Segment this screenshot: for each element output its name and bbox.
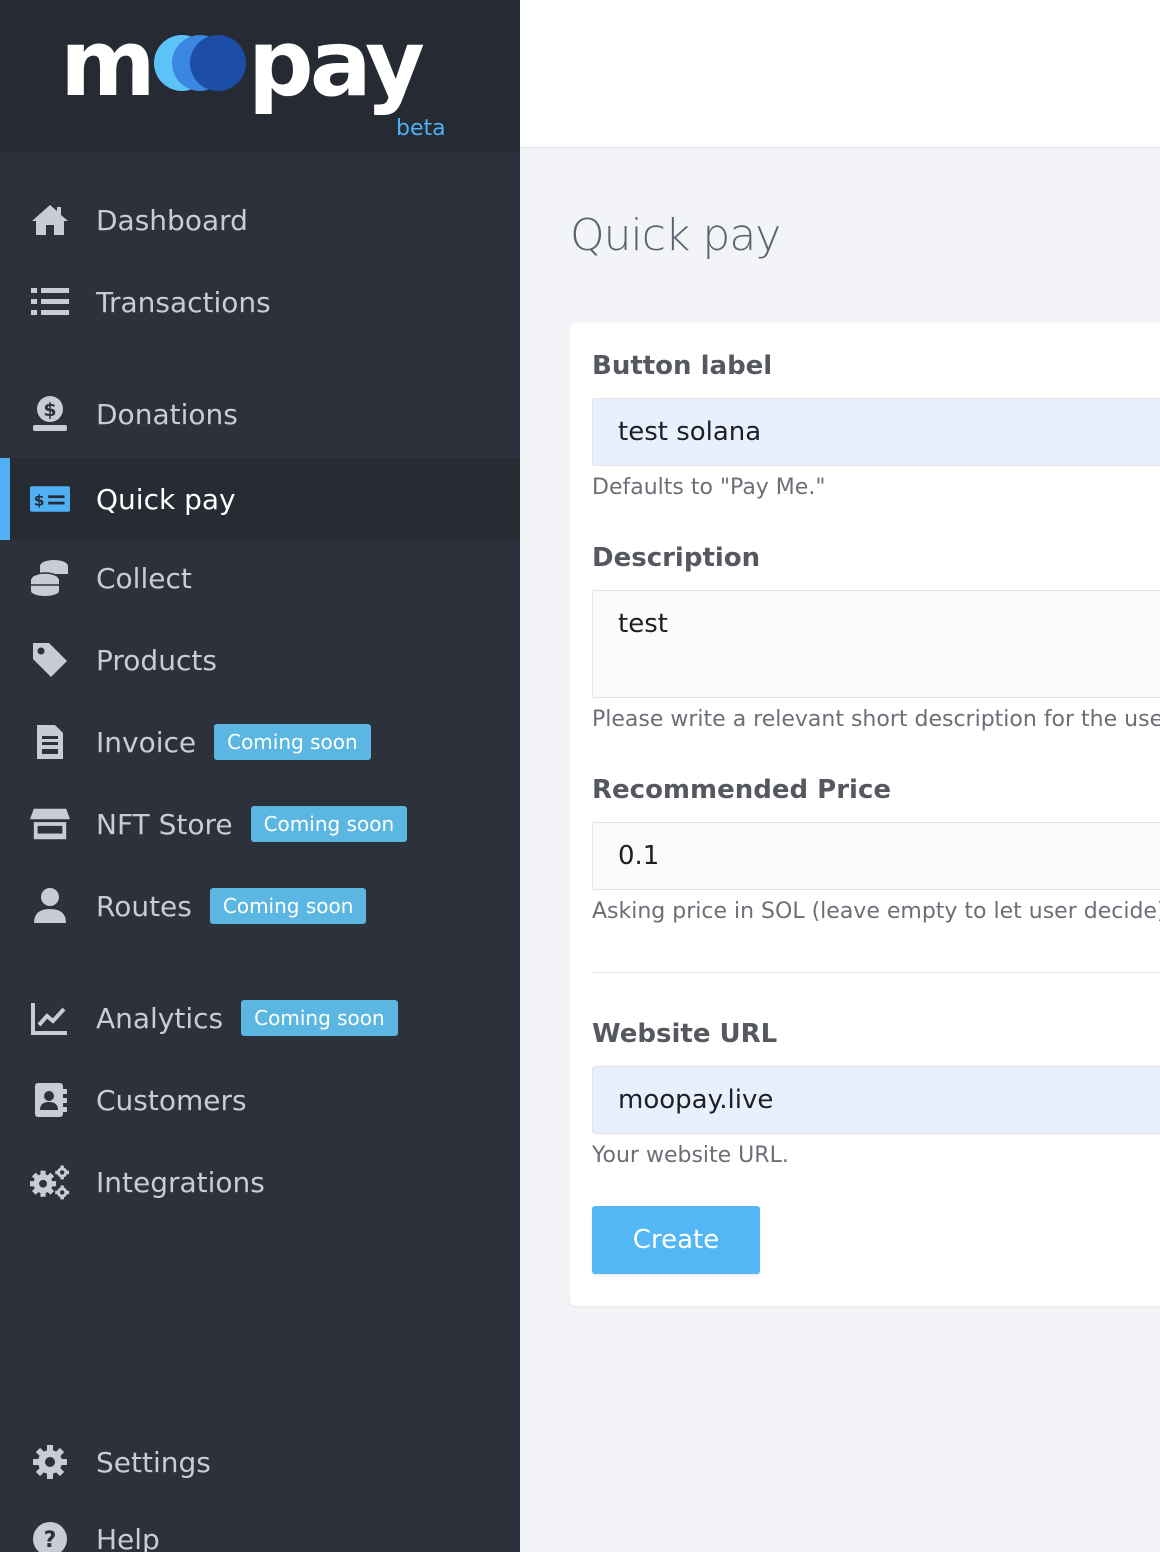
- description-label: Description: [592, 543, 761, 573]
- description-value: test: [618, 609, 668, 639]
- sidebar-item-label: Invoice: [96, 725, 197, 759]
- sidebar-item-settings[interactable]: Settings: [0, 1421, 520, 1503]
- form-divider: [592, 972, 1160, 973]
- sidebar-item-donations[interactable]: $ Donations: [0, 373, 520, 455]
- sidebar-item-label: Customers: [96, 1083, 247, 1117]
- sidebar-item-integrations[interactable]: Integrations: [0, 1141, 520, 1223]
- sidebar-item-dashboard[interactable]: Dashboard: [0, 179, 520, 261]
- question-icon: ?: [30, 1519, 70, 1552]
- contact-book-icon: [30, 1080, 70, 1120]
- description-textarea[interactable]: test: [592, 590, 1160, 698]
- page-title: Quick pay: [570, 210, 781, 261]
- gears-icon: [30, 1162, 70, 1202]
- sidebar-item-label: Products: [96, 643, 217, 677]
- recommended-price-value: 0.1: [618, 841, 660, 871]
- sidebar-item-routes[interactable]: Routes Coming soon: [0, 865, 520, 947]
- gear-icon: [30, 1442, 70, 1482]
- tag-icon: [30, 640, 70, 680]
- sidebar-item-label: Analytics: [96, 1001, 224, 1035]
- invoice-icon: [30, 722, 70, 762]
- sidebar: m pay beta Dashboard Transactions $ Donat…: [0, 0, 520, 1552]
- sidebar-item-label: Quick pay: [96, 482, 236, 516]
- button-label-label: Button label: [592, 351, 773, 381]
- sidebar-item-help[interactable]: ? Help: [0, 1498, 520, 1552]
- recommended-price-input[interactable]: 0.1: [592, 822, 1160, 890]
- quick-pay-form: Button label test solana Defaults to "Pa…: [570, 323, 1160, 1306]
- sidebar-item-label: Dashboard: [96, 203, 248, 237]
- sidebar-item-label: Help: [96, 1522, 160, 1552]
- sidebar-item-products[interactable]: Products: [0, 619, 520, 701]
- sidebar-item-invoice[interactable]: Invoice Coming soon: [0, 701, 520, 783]
- sidebar-item-label: Settings: [96, 1445, 211, 1479]
- sidebar-item-label: Integrations: [96, 1165, 265, 1199]
- create-button[interactable]: Create: [592, 1206, 760, 1274]
- home-icon: [30, 200, 70, 240]
- button-label-help: Defaults to "Pay Me.": [592, 475, 826, 500]
- money-card-icon: $: [30, 479, 70, 519]
- coming-soon-badge: Coming soon: [250, 806, 408, 842]
- recommended-price-help: Asking price in SOL (leave empty to let …: [592, 899, 1160, 924]
- coming-soon-badge: Coming soon: [241, 1000, 398, 1036]
- list-icon: [30, 282, 70, 322]
- sidebar-item-analytics[interactable]: Analytics Coming soon: [0, 977, 520, 1059]
- sidebar-item-label: Collect: [96, 561, 192, 595]
- svg-text:$: $: [34, 491, 45, 509]
- logo-wordmark: m pay: [60, 10, 425, 117]
- website-url-input[interactable]: moopay.live: [592, 1066, 1160, 1134]
- sidebar-item-label: Routes: [96, 889, 192, 923]
- sidebar-item-quick-pay[interactable]: $ Quick pay: [0, 458, 520, 540]
- logo[interactable]: m pay beta: [0, 0, 520, 152]
- user-icon: [30, 886, 70, 926]
- sidebar-item-label: NFT Store: [96, 807, 233, 841]
- top-header: [520, 0, 1160, 148]
- sidebar-item-label: Transactions: [96, 285, 271, 319]
- sidebar-item-label: Donations: [96, 397, 238, 431]
- description-help: Please write a relevant short descriptio…: [592, 707, 1160, 732]
- donation-icon: $: [30, 394, 70, 434]
- svg-text:?: ?: [44, 1528, 57, 1552]
- website-url-label: Website URL: [592, 1019, 778, 1049]
- store-icon: [30, 804, 70, 844]
- button-label-input[interactable]: test solana: [592, 398, 1160, 466]
- chart-icon: [30, 998, 70, 1038]
- button-label-value: test solana: [618, 417, 762, 447]
- coming-soon-badge: Coming soon: [209, 888, 367, 924]
- sidebar-item-nft-store[interactable]: NFT Store Coming soon: [0, 783, 520, 865]
- recommended-price-label: Recommended Price: [592, 775, 891, 805]
- sidebar-item-transactions[interactable]: Transactions: [0, 261, 520, 343]
- coming-soon-badge: Coming soon: [214, 724, 371, 760]
- sidebar-item-collect[interactable]: Collect: [0, 537, 520, 619]
- website-url-help: Your website URL.: [592, 1143, 789, 1168]
- svg-text:$: $: [43, 399, 56, 421]
- sidebar-item-customers[interactable]: Customers: [0, 1059, 520, 1141]
- coins-icon: [30, 558, 70, 598]
- logo-rings: [153, 35, 246, 95]
- website-url-value: moopay.live: [618, 1085, 774, 1115]
- beta-label: beta: [396, 116, 446, 141]
